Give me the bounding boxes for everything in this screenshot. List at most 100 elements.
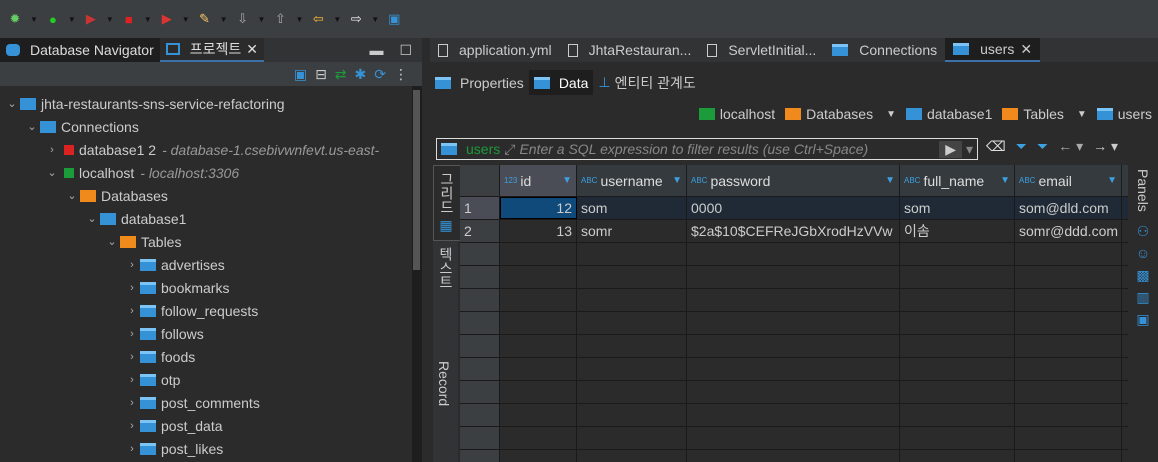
metadata-icon[interactable]: ▥ [1128, 286, 1158, 308]
forward-icon[interactable]: → ▾ [1093, 138, 1118, 155]
grid-cell[interactable]: 12 [500, 197, 577, 219]
grid-cell[interactable]: som [577, 197, 687, 219]
grouping-icon[interactable]: ▩ [1128, 264, 1158, 286]
chevron-down-icon[interactable]: ⌄ [64, 189, 80, 202]
tree-item[interactable]: ⌄ database1 [0, 207, 422, 230]
sort-dropdown-icon[interactable]: ▼ [1107, 175, 1117, 186]
link-editor-icon[interactable]: ⇄ [335, 66, 347, 83]
column-header-id[interactable]: 123 id ▼ [500, 165, 577, 196]
edit-icon[interactable]: ▣ [385, 10, 403, 28]
chevron-right-icon[interactable]: › [44, 144, 60, 156]
apply-filter-icon[interactable]: ▶ [939, 140, 962, 158]
new-connection-icon[interactable]: ▣ [294, 66, 307, 83]
references-icon[interactable]: ▣ [1128, 308, 1158, 330]
chevron-right-icon[interactable]: › [124, 374, 140, 386]
column-header-email[interactable]: ABC email ▼ [1015, 165, 1122, 196]
row-number[interactable]: 1 [460, 197, 500, 219]
grid-cell[interactable]: somr [577, 220, 687, 242]
more-icon[interactable]: ⋮ [394, 66, 408, 83]
chevron-right-icon[interactable]: › [124, 305, 140, 317]
panels-toggle[interactable]: Panels [1128, 165, 1158, 216]
tree-item[interactable]: › post_data [0, 414, 422, 437]
editor-tab[interactable]: JhtaRestauran... [560, 38, 700, 62]
dropdown-arrow-icon[interactable]: ▼ [295, 15, 303, 24]
sort-dropdown-icon[interactable]: ▼ [1000, 175, 1010, 186]
table-row[interactable]: 2 13 somr $2a$10$CEFReJGbXrodHzVVw 이솜 somr@dd… [460, 220, 1128, 243]
column-header-full_name[interactable]: ABC full_name ▼ [900, 165, 1015, 196]
dropdown-arrow-icon[interactable]: ▼ [333, 15, 341, 24]
close-icon[interactable]: ✕ [246, 41, 258, 58]
tree-item[interactable]: ⌄ Connections [0, 115, 422, 138]
tab-record[interactable]: Record [433, 355, 455, 412]
dropdown-arrow-icon[interactable]: ▼ [886, 109, 896, 120]
filter-history-dropdown[interactable]: ▾ [962, 141, 977, 158]
breadcrumb-item[interactable]: database1 [905, 106, 992, 122]
grid-cell[interactable]: som@dld.com [1015, 197, 1122, 219]
sort-dropdown-icon[interactable]: ▼ [562, 175, 572, 186]
dropdown-arrow-icon[interactable]: ▼ [1077, 109, 1087, 120]
dropdown-arrow-icon[interactable]: ▼ [220, 15, 228, 24]
editor-tab[interactable]: Connections [824, 38, 945, 62]
tab-properties[interactable]: Properties [430, 70, 529, 95]
chevron-right-icon[interactable]: › [124, 328, 140, 340]
tree-item[interactable]: › otp [0, 368, 422, 391]
tree-item[interactable]: › post_likes [0, 437, 422, 460]
run-server-icon[interactable]: ▶ [82, 10, 100, 28]
tree-item[interactable]: ⌄ Tables [0, 230, 422, 253]
chevron-right-icon[interactable]: › [124, 282, 140, 294]
tree-item[interactable]: › advertises [0, 253, 422, 276]
breadcrumb-item[interactable]: Tables ▼ [1002, 106, 1087, 122]
chevron-right-icon[interactable]: › [124, 351, 140, 363]
editor-tab[interactable]: application.yml [430, 38, 560, 62]
close-icon[interactable]: ✕ [1020, 41, 1032, 58]
chevron-down-icon[interactable]: ⌄ [44, 166, 60, 179]
column-header-username[interactable]: ABC username ▼ [577, 165, 687, 196]
tree-item[interactable]: › follow_requests [0, 299, 422, 322]
dropdown-arrow-icon[interactable]: ▼ [68, 15, 76, 24]
calc-panel-icon[interactable]: ☺ [1128, 242, 1158, 264]
import-icon[interactable]: ⇩ [234, 10, 252, 28]
tab-text[interactable]: 텍스트 [433, 241, 459, 295]
dropdown-arrow-icon[interactable]: ▼ [258, 15, 266, 24]
debug-icon[interactable]: ✹ [6, 10, 24, 28]
row-number[interactable]: 2 [460, 220, 500, 242]
breadcrumb-item[interactable]: localhost [698, 106, 775, 122]
value-panel-icon[interactable]: ⚇ [1128, 220, 1158, 242]
dropdown-arrow-icon[interactable]: ▼ [30, 15, 38, 24]
back-icon[interactable]: ← ▾ [1058, 138, 1083, 155]
tree-item[interactable]: › foods [0, 345, 422, 368]
tree-item[interactable]: › follows [0, 322, 422, 345]
dropdown-arrow-icon[interactable]: ▼ [106, 15, 114, 24]
dropdown-arrow-icon[interactable]: ▼ [182, 15, 190, 24]
expand-icon[interactable]: ⤢ [504, 141, 515, 158]
export-icon[interactable]: ⇧ [271, 10, 289, 28]
sort-dropdown-icon[interactable]: ▼ [672, 175, 682, 186]
chevron-right-icon[interactable]: › [124, 420, 140, 432]
tree-item[interactable]: › post_comments [0, 391, 422, 414]
filter-icon[interactable]: ⏷ [1037, 138, 1048, 155]
filter-input[interactable]: users ⤢ Enter a SQL expression to filter… [436, 138, 978, 160]
editor-tab[interactable]: ServletInitial... [699, 38, 824, 62]
grid-cell[interactable]: somr@ddd.com [1015, 220, 1122, 242]
minimize-icon[interactable]: ▬ [369, 42, 383, 58]
tree-item[interactable]: ⌄ Databases [0, 184, 422, 207]
dropdown-arrow-icon[interactable]: ▼ [371, 15, 379, 24]
tab-grid[interactable]: 그리드 ▦ [433, 165, 461, 241]
collapse-all-icon[interactable]: ⊟ [315, 66, 327, 83]
chevron-right-icon[interactable]: › [124, 443, 140, 455]
forward-icon[interactable]: ⇨ [347, 10, 365, 28]
scrollbar-thumb[interactable] [413, 90, 420, 270]
grid-cell[interactable]: 0000 [687, 197, 900, 219]
stop-run-icon[interactable]: ▶ [158, 10, 176, 28]
chevron-down-icon[interactable]: ⌄ [24, 120, 40, 133]
chevron-down-icon[interactable]: ⌄ [84, 212, 100, 225]
grid-cell[interactable]: 이솜 [900, 220, 1015, 242]
breadcrumb-item[interactable]: users [1096, 106, 1152, 122]
stop-icon[interactable]: ■ [120, 10, 138, 28]
grid-cell[interactable]: 13 [500, 220, 577, 242]
eraser-icon[interactable]: ⌫ [986, 138, 1006, 155]
pen-icon[interactable]: ✎ [196, 10, 214, 28]
sort-dropdown-icon[interactable]: ▼ [885, 175, 895, 186]
tab-database-navigator[interactable]: Database Navigator [0, 38, 160, 62]
filter-save-icon[interactable]: ⏷ [1016, 138, 1027, 155]
